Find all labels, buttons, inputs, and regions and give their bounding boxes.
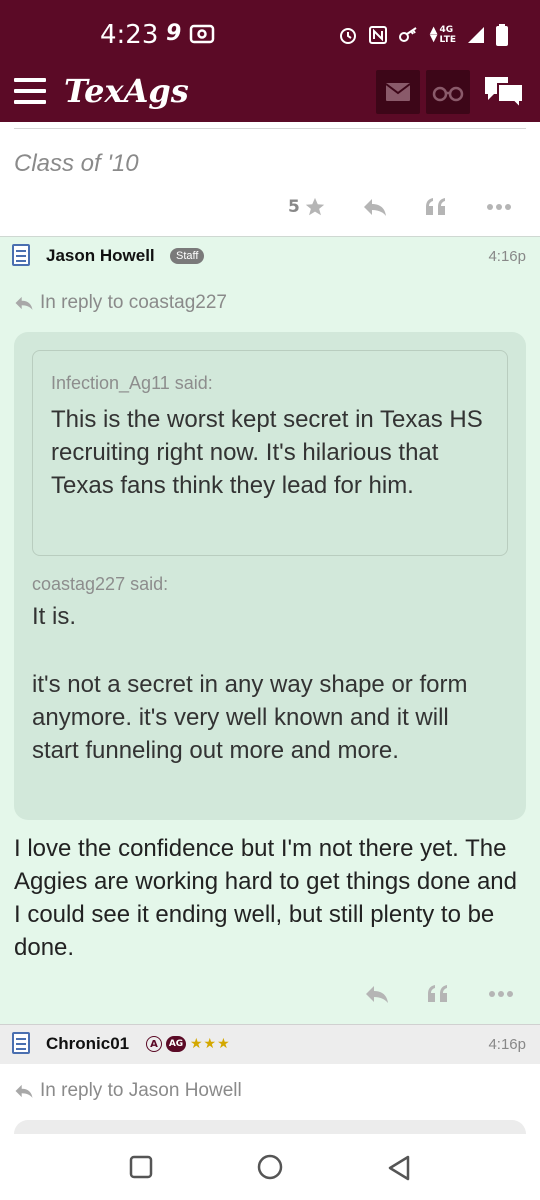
quote-block: Infection_Ag11 said: This is the worst k… xyxy=(14,332,526,820)
user-post-icon xyxy=(12,1032,30,1054)
quote-author: Infection_Ag11 said: xyxy=(51,373,213,393)
battery-icon xyxy=(496,24,508,46)
status-left-icons: 9 xyxy=(166,22,215,46)
texags-logo[interactable]: TexAgs xyxy=(64,72,189,110)
user-signature: Class of '10 xyxy=(14,150,139,177)
username[interactable]: Chronic01 xyxy=(46,1034,129,1054)
reply-to-link[interactable]: In reply to coastag227 xyxy=(14,292,227,314)
more-options-button[interactable] xyxy=(486,203,512,211)
more-dots-icon xyxy=(489,991,513,997)
status-time: 4:23 xyxy=(100,20,159,50)
square-recents-icon[interactable] xyxy=(128,1154,154,1180)
previous-post-footer: Class of '10 5 xyxy=(0,122,540,236)
user-badges: A AG ★★★ xyxy=(146,1036,231,1052)
post-chronic01: Chronic01 A AG ★★★ 4:16p In reply to Jas… xyxy=(0,1024,540,1134)
post-actions xyxy=(364,984,514,1004)
user-post-icon xyxy=(12,244,30,266)
post-header: Chronic01 A AG ★★★ 4:16p xyxy=(0,1024,540,1064)
reply-to-link[interactable]: In reply to Jason Howell xyxy=(14,1080,242,1102)
quote-button[interactable] xyxy=(426,984,450,1004)
username[interactable]: Jason Howell xyxy=(46,246,155,266)
reply-to-text: In reply to coastag227 xyxy=(40,292,227,313)
4g-lte-icon: ▲ ▼ 4G LTE xyxy=(430,25,456,45)
post-body: I love the confidence but I'm not there … xyxy=(14,835,518,961)
nested-quote: Infection_Ag11 said: This is the worst k… xyxy=(32,350,508,556)
triangle-back-icon[interactable] xyxy=(386,1154,412,1182)
signal-icon xyxy=(468,27,484,43)
quote-block-top xyxy=(14,1120,526,1134)
reply-button[interactable] xyxy=(364,984,390,1004)
network-label-bottom: LTE xyxy=(439,35,456,45)
staff-badge: Staff xyxy=(170,248,205,264)
hamburger-menu-icon[interactable] xyxy=(14,78,46,104)
envelope-icon xyxy=(385,83,411,101)
nine-icon: 9 xyxy=(166,21,182,46)
more-dots-icon xyxy=(486,204,511,210)
reply-button[interactable] xyxy=(362,197,388,217)
system-navigation-bar xyxy=(0,1134,540,1200)
post-time: 4:16p xyxy=(488,1036,526,1053)
more-options-button[interactable] xyxy=(488,990,514,998)
app-bar: TexAgs xyxy=(0,66,540,122)
reply-arrow-icon xyxy=(363,199,386,216)
quote-text: This is the worst kept secret in Texas H… xyxy=(51,406,483,499)
quote-text-line: It is. xyxy=(32,603,77,630)
quote-text-line: it's not a secret in any way shape or fo… xyxy=(32,671,468,764)
user-rank-stars: ★★★ xyxy=(190,1036,231,1052)
status-right-icons: ▲ ▼ 4G LTE xyxy=(338,24,508,46)
circle-home-icon[interactable] xyxy=(256,1154,284,1182)
reply-to-text: In reply to Jason Howell xyxy=(40,1080,242,1101)
data-arrows-icon: ▲ ▼ xyxy=(429,25,438,44)
quote-icon xyxy=(425,198,445,215)
star-button[interactable]: 5 xyxy=(288,196,326,218)
star-icon xyxy=(305,197,325,216)
binoculars-icon xyxy=(432,86,464,102)
badge-a: A xyxy=(146,1036,162,1052)
messages-button[interactable] xyxy=(376,70,420,114)
status-bar: 4:23 9 ▲ ▼ 4G LTE xyxy=(0,0,540,66)
post-header: Jason Howell Staff 4:16p xyxy=(0,236,540,276)
reply-arrow-icon xyxy=(366,986,388,1003)
star-count: 5 xyxy=(288,197,300,217)
divider xyxy=(14,128,526,129)
quote-icon xyxy=(428,985,447,1002)
post-jason-howell: Jason Howell Staff 4:16p In reply to coa… xyxy=(0,236,540,1024)
nfc-icon xyxy=(368,26,387,44)
reply-arrow-icon xyxy=(15,296,33,310)
chat-button[interactable] xyxy=(478,70,530,114)
quote-author: coastag227 said: xyxy=(32,574,169,594)
radio-icon xyxy=(190,24,215,44)
badge-ag: AG xyxy=(166,1036,186,1052)
key-icon xyxy=(398,27,417,42)
alarm-icon xyxy=(339,28,356,44)
post-time: 4:16p xyxy=(488,248,526,265)
chat-bubbles-icon xyxy=(485,77,524,110)
network-label-top: 4G xyxy=(439,25,454,35)
post-actions: 5 xyxy=(288,196,512,218)
reply-arrow-icon xyxy=(15,1084,33,1098)
watchlist-button[interactable] xyxy=(426,70,470,114)
quote-button[interactable] xyxy=(424,197,448,217)
